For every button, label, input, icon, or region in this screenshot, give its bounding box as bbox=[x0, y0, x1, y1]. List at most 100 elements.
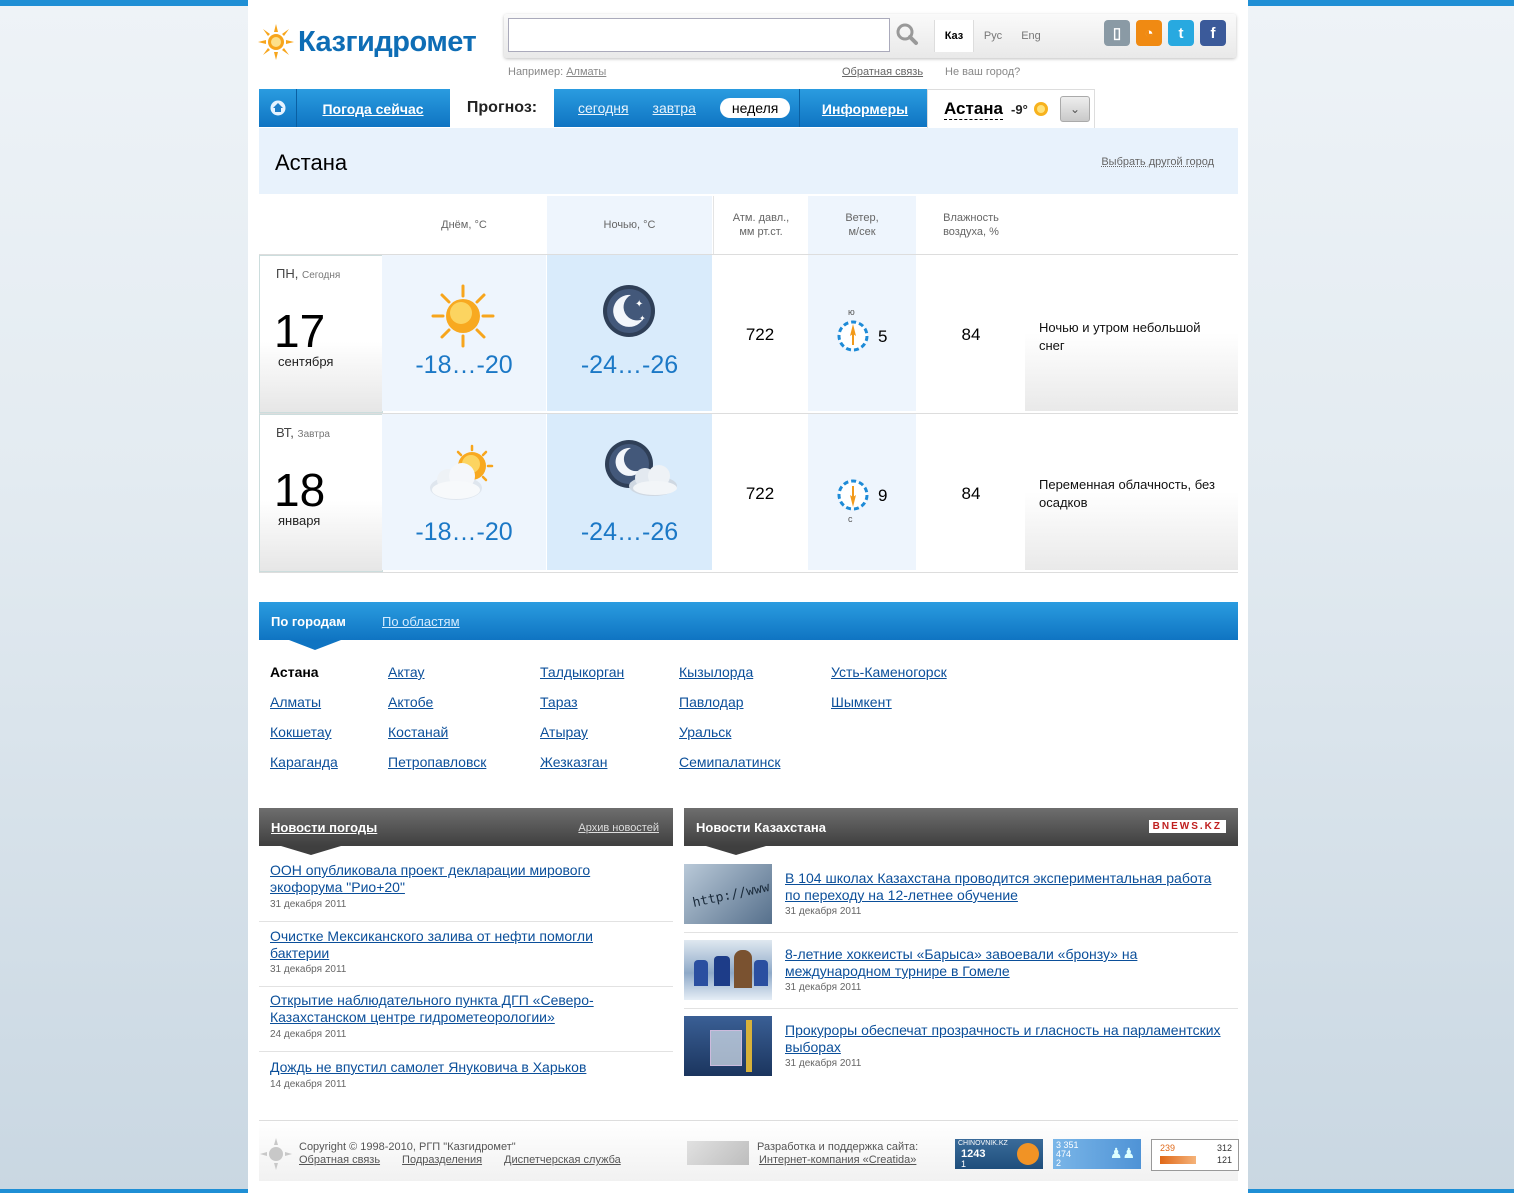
rss-icon[interactable]: ◔ bbox=[1136, 20, 1162, 46]
news-item: Прокуроры обеспечат прозрачность и гласн… bbox=[684, 1016, 1238, 1076]
kz-news-title: Новости Казахстана bbox=[696, 820, 826, 835]
developer-label: Разработка и поддержка сайта: bbox=[757, 1141, 919, 1153]
search-input[interactable] bbox=[508, 18, 890, 52]
news-archive-link[interactable]: Архив новостей bbox=[578, 822, 659, 834]
visits-counter[interactable]: 239 312 121 bbox=[1151, 1139, 1239, 1171]
twitter-icon[interactable]: t bbox=[1168, 20, 1194, 46]
city-link[interactable]: Алматы bbox=[270, 694, 321, 710]
feedback-link[interactable]: Обратная связь bbox=[842, 66, 923, 78]
weekday: ВТ, Завтра bbox=[276, 425, 330, 440]
news-title-link[interactable]: Очистке Мексиканского залива от нефти по… bbox=[270, 928, 630, 962]
news-item: http://www В 104 школах Казахстана прово… bbox=[684, 864, 1238, 933]
forecast-row: ПН, Сегодня 17 сентября -18…-20 ✦ ✦ -24…… bbox=[259, 254, 1238, 413]
footer-links: Обратная связь Подразделения Диспетчерск… bbox=[299, 1154, 621, 1166]
news-thumbnail[interactable] bbox=[684, 1016, 772, 1076]
active-tab-arrow bbox=[289, 640, 341, 650]
city-link[interactable]: Актау bbox=[388, 664, 425, 680]
tab-today[interactable]: сегодня bbox=[578, 100, 629, 116]
footer-sun-logo-icon bbox=[260, 1138, 292, 1170]
city-link[interactable]: Атырау bbox=[540, 724, 588, 740]
tab-week[interactable]: неделя bbox=[719, 98, 791, 118]
news-title-link[interactable]: В 104 школах Казахстана проводится экспе… bbox=[785, 870, 1225, 904]
footer-link-feedback[interactable]: Обратная связь bbox=[299, 1154, 380, 1166]
forecast-row: ВТ, Завтра 18 января -18…-20 -24…-26 722… bbox=[259, 413, 1238, 572]
city-link-current[interactable]: Астана bbox=[270, 664, 319, 680]
day-number: 17 bbox=[274, 305, 326, 357]
cities-tabs: По городам По областям bbox=[259, 602, 1238, 650]
chinovnik-counter[interactable]: CHINOVNIK.KZ 1243 1 bbox=[955, 1139, 1043, 1169]
creatida-logo[interactable] bbox=[687, 1141, 749, 1165]
search-button[interactable] bbox=[888, 18, 926, 50]
day-temp: -18…-20 bbox=[415, 518, 513, 546]
pressure-value: 722 bbox=[745, 484, 775, 503]
news-thumbnail[interactable]: http://www bbox=[684, 864, 772, 924]
city-link[interactable]: Уральск bbox=[679, 724, 731, 740]
home-button[interactable] bbox=[259, 89, 297, 127]
choose-other-city-link[interactable]: Выбрать другой город bbox=[1101, 156, 1214, 168]
language-switcher: Каз Рус Eng bbox=[934, 20, 1050, 52]
news-thumbnail[interactable] bbox=[684, 940, 772, 1000]
city-link[interactable]: Жезказган bbox=[540, 754, 607, 770]
header-arrow bbox=[706, 846, 766, 855]
lang-eng[interactable]: Eng bbox=[1012, 30, 1050, 42]
site-logo[interactable]: Казгидромет bbox=[258, 22, 477, 62]
city-column: Усть-Каменогорск Шымкент bbox=[831, 664, 947, 724]
mobile-icon[interactable]: ▯ bbox=[1104, 20, 1130, 46]
stats-counter[interactable]: 3 351 474 2 ♟♟ bbox=[1053, 1139, 1141, 1169]
header-pressure: Атм. давл., мм рт.ст. bbox=[713, 196, 808, 254]
table-bottom-divider bbox=[259, 572, 1238, 573]
city-link[interactable]: Тараз bbox=[540, 694, 578, 710]
lang-rus[interactable]: Рус bbox=[974, 30, 1012, 42]
tab-tomorrow[interactable]: завтра bbox=[653, 100, 696, 116]
city-link[interactable]: Караганда bbox=[270, 754, 338, 770]
city-link[interactable]: Семипалатинск bbox=[679, 754, 780, 770]
footer-link-dispatch[interactable]: Диспетчерская служба bbox=[504, 1154, 621, 1166]
developer-link[interactable]: Интернет-компания «Creatida» bbox=[759, 1154, 916, 1166]
bnews-logo[interactable]: BNEWS.KZ bbox=[1148, 820, 1226, 833]
city-link[interactable]: Усть-Каменогорск bbox=[831, 664, 947, 680]
wind-cell: ю 5 bbox=[808, 255, 916, 411]
tab-by-cities[interactable]: По городам bbox=[271, 614, 346, 629]
news-title-link[interactable]: Прокуроры обеспечат прозрачность и гласн… bbox=[785, 1022, 1225, 1056]
city-column: Астана Алматы Кокшетау Караганда bbox=[270, 664, 338, 784]
weather-description: Ночью и утром небольшой снег bbox=[1039, 320, 1201, 353]
city-column: Талдыкорган Тараз Атырау Жезказган bbox=[540, 664, 624, 784]
city-link[interactable]: Талдыкорган bbox=[540, 664, 624, 680]
city-link[interactable]: Актобе bbox=[388, 694, 433, 710]
city-link[interactable]: Кокшетау bbox=[270, 724, 332, 740]
news-item: Дождь не впустил самолет Януковича в Хар… bbox=[259, 1059, 673, 1099]
city-link[interactable]: Павлодар bbox=[679, 694, 744, 710]
nav-informers[interactable]: Информеры bbox=[799, 89, 930, 127]
city-link[interactable]: Кызылорда bbox=[679, 664, 753, 680]
news-date: 31 декабря 2011 bbox=[785, 982, 862, 993]
weather-news-header: Новости погоды Архив новостей bbox=[259, 808, 673, 855]
search-hint-city-link[interactable]: Алматы bbox=[566, 66, 606, 78]
social-links: ▯ ◔ t f bbox=[1104, 20, 1226, 46]
city-link[interactable]: Костанай bbox=[388, 724, 448, 740]
tab-by-regions[interactable]: По областям bbox=[382, 614, 460, 629]
news-item: ООН опубликовала проект декларации миров… bbox=[259, 862, 673, 922]
weather-news-title[interactable]: Новости погоды bbox=[271, 820, 377, 835]
users-icon: ♟♟ bbox=[1109, 1145, 1135, 1161]
chevron-down-icon: ⌄ bbox=[1069, 102, 1081, 116]
news-date: 31 декабря 2011 bbox=[785, 906, 862, 917]
news-title-link[interactable]: 8-летние хоккеисты «Барыса» завоевали «б… bbox=[785, 946, 1225, 980]
lang-kaz[interactable]: Каз bbox=[934, 20, 974, 52]
footer-link-divisions[interactable]: Подразделения bbox=[402, 1154, 482, 1166]
nav-weather-now[interactable]: Погода сейчас bbox=[297, 89, 449, 127]
news-title-link[interactable]: Открытие наблюдательного пункта ДГП «Сев… bbox=[270, 992, 630, 1026]
news-title-link[interactable]: ООН опубликовала проект декларации миров… bbox=[270, 862, 630, 896]
city-link[interactable]: Петропавловск bbox=[388, 754, 486, 770]
logo-text: Казгидромет bbox=[298, 25, 477, 58]
day-temp: -18…-20 bbox=[415, 351, 513, 379]
city-selector[interactable]: Астана -9° ⌄ bbox=[927, 89, 1095, 129]
not-your-city-link[interactable]: Не ваш город? bbox=[945, 66, 1020, 78]
description-cell: Ночью и утром небольшой снег bbox=[1025, 255, 1238, 411]
facebook-icon[interactable]: f bbox=[1200, 20, 1226, 46]
news-date: 31 декабря 2011 bbox=[785, 1058, 862, 1069]
city-link[interactable]: Шымкент bbox=[831, 694, 892, 710]
description-cell: Переменная облачность, без осадков bbox=[1025, 414, 1238, 570]
news-title-link[interactable]: Дождь не впустил самолет Януковича в Хар… bbox=[270, 1059, 630, 1076]
current-city: Астана bbox=[944, 98, 1004, 120]
city-dropdown-button[interactable]: ⌄ bbox=[1060, 96, 1090, 122]
